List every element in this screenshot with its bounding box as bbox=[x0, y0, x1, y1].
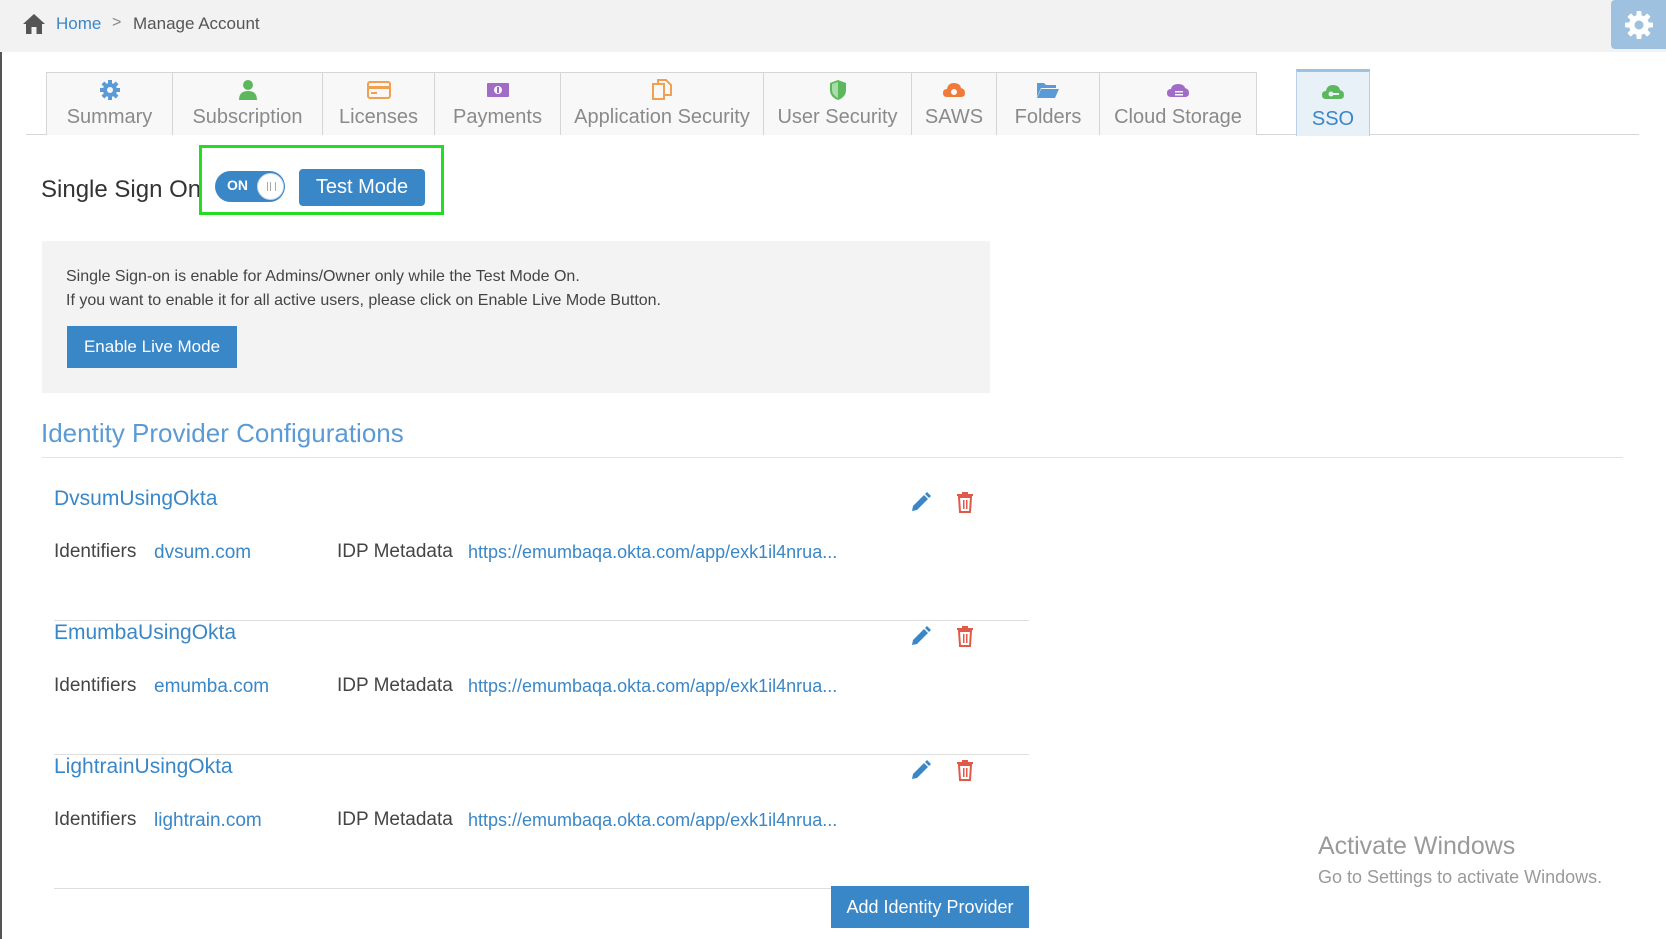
tab-payments[interactable]: Payments bbox=[434, 72, 561, 135]
idp-name[interactable]: LightrainUsingOkta bbox=[54, 755, 233, 779]
identifier-value[interactable]: emumba.com bbox=[154, 676, 269, 698]
identifier-value[interactable]: dvsum.com bbox=[154, 542, 251, 564]
tab-licenses[interactable]: Licenses bbox=[322, 72, 435, 135]
cloud-key-icon bbox=[1322, 85, 1344, 99]
idp-item: EmumbaUsingOkta Identifiers emumba.com I… bbox=[54, 621, 1029, 755]
enable-live-mode-button[interactable]: Enable Live Mode bbox=[67, 326, 237, 368]
info-text: If you want to enable it for all active … bbox=[66, 292, 661, 309]
toggle-label: ON bbox=[227, 177, 248, 193]
breadcrumb-current: Manage Account bbox=[133, 14, 260, 33]
account-tabs: Summary Subscription Licenses Payments A… bbox=[26, 69, 1639, 136]
tab-label: Licenses bbox=[339, 106, 418, 128]
breadcrumb-home-link[interactable]: Home bbox=[56, 14, 101, 34]
idp-metadata-link[interactable]: https://emumbaqa.okta.com/app/exk1il4nru… bbox=[468, 810, 858, 831]
identifier-value[interactable]: lightrain.com bbox=[154, 810, 262, 832]
money-icon bbox=[486, 83, 509, 97]
pencil-icon[interactable] bbox=[910, 759, 932, 781]
sso-title: Single Sign On bbox=[41, 176, 202, 203]
tab-label: Cloud Storage bbox=[1114, 106, 1242, 128]
sso-toggle[interactable]: ON bbox=[215, 171, 285, 202]
tab-label: Summary bbox=[66, 106, 153, 128]
cloud-gear-icon bbox=[943, 83, 965, 97]
idp-name[interactable]: DvsumUsingOkta bbox=[54, 487, 217, 511]
shield-icon bbox=[829, 80, 846, 100]
idp-metadata-label: IDP Metadata bbox=[337, 675, 453, 696]
tab-label: Subscription bbox=[192, 106, 303, 128]
idp-name[interactable]: EmumbaUsingOkta bbox=[54, 621, 236, 645]
pencil-icon[interactable] bbox=[910, 625, 932, 647]
add-identity-provider-button[interactable]: Add Identity Provider bbox=[831, 886, 1029, 928]
trash-icon[interactable] bbox=[955, 625, 975, 647]
user-icon bbox=[238, 80, 257, 100]
idp-section-heading: Identity Provider Configurations bbox=[41, 418, 404, 448]
idp-item: DvsumUsingOkta Identifiers dvsum.com IDP… bbox=[54, 487, 1029, 621]
home-icon[interactable] bbox=[22, 13, 46, 35]
test-mode-button[interactable]: Test Mode bbox=[299, 169, 425, 206]
idp-metadata-label: IDP Metadata bbox=[337, 809, 453, 830]
identifiers-label: Identifiers bbox=[54, 675, 137, 696]
trash-icon[interactable] bbox=[955, 759, 975, 781]
idp-item: LightrainUsingOkta Identifiers lightrain… bbox=[54, 755, 1029, 889]
tab-sso[interactable]: SSO bbox=[1296, 69, 1370, 136]
tab-user-security[interactable]: User Security bbox=[763, 72, 912, 135]
idp-metadata-label: IDP Metadata bbox=[337, 541, 453, 562]
cloud-storage-icon bbox=[1167, 84, 1189, 97]
tab-label: Payments bbox=[453, 106, 542, 128]
trash-icon[interactable] bbox=[955, 491, 975, 513]
window-edge bbox=[0, 52, 2, 939]
tab-cloud-storage[interactable]: Cloud Storage bbox=[1099, 72, 1257, 135]
identifiers-label: Identifiers bbox=[54, 541, 137, 562]
tab-label: SAWS bbox=[924, 106, 984, 128]
divider bbox=[42, 457, 1623, 458]
tab-label: SSO bbox=[1311, 108, 1355, 130]
manage-account-page: Home > Manage Account Summary Subscripti… bbox=[0, 0, 1666, 939]
info-text: Single Sign-on is enable for Admins/Owne… bbox=[66, 268, 580, 285]
activate-windows-subtitle: Go to Settings to activate Windows. bbox=[1318, 867, 1603, 887]
tab-subscription[interactable]: Subscription bbox=[172, 72, 323, 135]
gear-icon bbox=[1624, 10, 1653, 39]
gear-icon bbox=[99, 80, 120, 100]
idp-metadata-link[interactable]: https://emumbaqa.okta.com/app/exk1il4nru… bbox=[468, 542, 858, 563]
tab-saws[interactable]: SAWS bbox=[911, 72, 997, 135]
tab-label: Folders bbox=[1014, 106, 1082, 128]
tab-folders[interactable]: Folders bbox=[996, 72, 1100, 135]
idp-metadata-link[interactable]: https://emumbaqa.okta.com/app/exk1il4nru… bbox=[468, 676, 858, 697]
tab-application-security[interactable]: Application Security bbox=[560, 72, 764, 135]
pencil-icon[interactable] bbox=[910, 491, 932, 513]
folder-open-icon bbox=[1037, 83, 1059, 98]
tab-label: User Security bbox=[777, 106, 898, 128]
breadcrumb-separator: > bbox=[112, 14, 122, 31]
test-mode-info-panel: Single Sign-on is enable for Admins/Owne… bbox=[42, 241, 990, 393]
breadcrumb: Home > Manage Account bbox=[0, 0, 1666, 52]
activate-windows-watermark: Activate Windows bbox=[1318, 832, 1516, 860]
toggle-knob[interactable] bbox=[257, 173, 284, 200]
tab-label: Application Security bbox=[574, 106, 750, 128]
settings-button[interactable] bbox=[1611, 0, 1666, 49]
copy-icon bbox=[652, 79, 672, 100]
identifiers-label: Identifiers bbox=[54, 809, 137, 830]
credit-card-icon bbox=[366, 81, 391, 99]
tab-summary[interactable]: Summary bbox=[46, 72, 173, 135]
